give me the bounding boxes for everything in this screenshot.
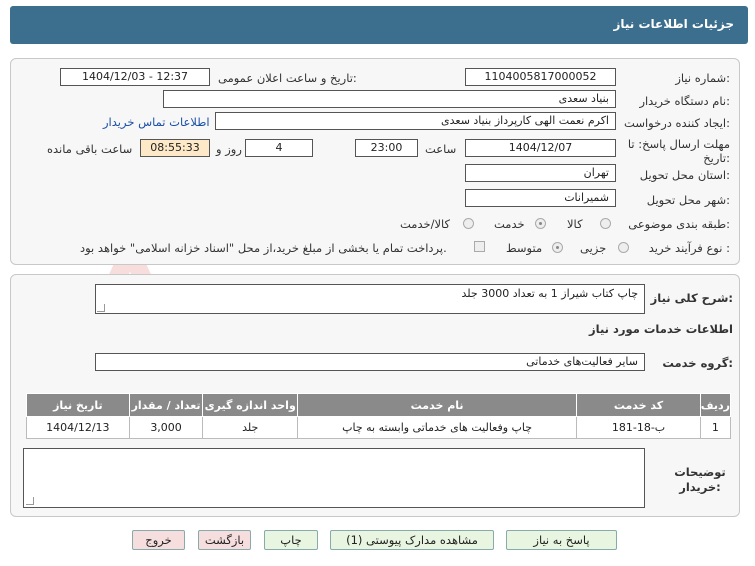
treasury-payment-note: پرداخت تمام یا بخشی از مبلغ خرید،از محل … bbox=[80, 241, 447, 255]
page-title: جزئیات اطلاعات نیاز bbox=[613, 17, 734, 31]
view-attachments-button[interactable]: مشاهده مدارک پیوستی (1) bbox=[330, 530, 494, 550]
table-header-row: تاریخ نیاز تعداد / مقدار واحد اندازه گیر… bbox=[26, 393, 732, 417]
category-goods-label: کالا bbox=[567, 217, 583, 231]
category-service-radio[interactable] bbox=[535, 218, 546, 229]
col-service-name: نام خدمت bbox=[296, 393, 578, 417]
process-minor-radio[interactable] bbox=[618, 242, 629, 253]
request-creator-label: ایجاد کننده درخواست: bbox=[624, 116, 730, 130]
col-unit: واحد اندازه گیری bbox=[202, 393, 298, 417]
col-quantity: تعداد / مقدار bbox=[128, 393, 204, 417]
buyer-name-field: بنیاد سعدی bbox=[163, 90, 616, 108]
description-text: چاپ کتاب شیراز 1 به تعداد 3000 جلد bbox=[461, 287, 639, 300]
resize-grip-icon[interactable] bbox=[97, 304, 105, 312]
cell-service-code: ب-18-181 bbox=[576, 416, 701, 439]
delivery-province-field: تهران bbox=[465, 164, 616, 182]
col-row-number: ردیف bbox=[699, 393, 732, 417]
announce-datetime-label: تاریخ و ساعت اعلان عمومی: bbox=[218, 71, 357, 85]
buyer-notes-label: توضیحات خریدار: bbox=[674, 465, 726, 494]
back-button[interactable]: بازگشت bbox=[198, 530, 251, 550]
deadline-time-field: 23:00 bbox=[355, 139, 418, 157]
notes-resize-grip-icon[interactable] bbox=[26, 497, 34, 505]
process-medium-label: متوسط bbox=[506, 241, 543, 255]
category-goods-radio[interactable] bbox=[600, 218, 611, 229]
remaining-time-label: ساعت باقی مانده bbox=[47, 142, 133, 156]
print-button[interactable]: چاپ bbox=[264, 530, 318, 550]
remaining-days-field: 4 bbox=[245, 139, 313, 157]
buyer-name-label: نام دستگاه خریدار: bbox=[639, 94, 730, 108]
process-minor-label: جزیی bbox=[580, 241, 607, 255]
need-number-field: 1104005817000052 bbox=[465, 68, 616, 86]
remaining-time-field: 08:55:33 bbox=[140, 139, 210, 157]
announce-datetime-field: 1404/12/03 - 12:37 bbox=[60, 68, 210, 86]
request-creator-field: اکرم نعمت الهی کارپرداز بنیاد سعدی bbox=[215, 112, 616, 130]
service-group-label: گروه خدمت: bbox=[662, 356, 733, 370]
col-need-date: تاریخ نیاز bbox=[26, 393, 130, 417]
treasury-payment-checkbox[interactable] bbox=[474, 241, 485, 252]
remaining-days-label: روز و bbox=[216, 142, 242, 156]
page-header: جزئیات اطلاعات نیاز bbox=[10, 6, 748, 44]
cell-quantity: 3,000 bbox=[128, 416, 204, 439]
buyer-contact-link[interactable]: اطلاعات تماس خریدار bbox=[103, 115, 210, 129]
col-service-code: کد خدمت bbox=[576, 393, 701, 417]
cell-need-date: 1404/12/13 bbox=[26, 416, 130, 439]
category-service-label: خدمت bbox=[494, 217, 525, 231]
delivery-city-label: شهر محل تحویل: bbox=[646, 193, 730, 207]
services-heading: اطلاعات خدمات مورد نیاز bbox=[589, 322, 733, 336]
delivery-province-label: استان محل تحویل: bbox=[639, 168, 730, 182]
delivery-city-field: شمیرانات bbox=[465, 189, 616, 207]
buyer-notes-field[interactable] bbox=[23, 448, 645, 508]
services-table: تاریخ نیاز تعداد / مقدار واحد اندازه گیر… bbox=[26, 393, 732, 439]
deadline-time-label: ساعت bbox=[425, 142, 457, 156]
category-goods-service-label: کالا/خدمت bbox=[400, 217, 451, 231]
process-medium-radio[interactable] bbox=[552, 242, 563, 253]
cell-service-name: چاپ وفعالیت های خدماتی وابسته به چاپ bbox=[296, 416, 578, 439]
category-label: طبقه بندی موضوعی: bbox=[628, 217, 730, 231]
category-goods-service-radio[interactable] bbox=[463, 218, 474, 229]
need-number-label: شماره نیاز: bbox=[675, 71, 730, 85]
reply-button[interactable]: پاسخ به نیاز bbox=[506, 530, 617, 550]
service-group-field: سایر فعالیت‌های خدماتی bbox=[95, 353, 645, 371]
deadline-label: مهلت ارسال پاسخ: تا تاریخ: bbox=[627, 137, 730, 165]
cell-unit: جلد bbox=[202, 416, 298, 439]
cell-row-number: 1 bbox=[699, 416, 732, 439]
deadline-date-field: 1404/12/07 bbox=[465, 139, 616, 157]
description-label: شرح کلی نیاز: bbox=[650, 291, 733, 305]
table-row[interactable]: 1404/12/13 3,000 جلد چاپ وفعالیت های خدم… bbox=[26, 416, 732, 439]
description-field: چاپ کتاب شیراز 1 به تعداد 3000 جلد bbox=[95, 284, 645, 314]
exit-button[interactable]: خروج bbox=[132, 530, 185, 550]
process-type-label: نوع فرآیند خرید : bbox=[648, 241, 730, 255]
